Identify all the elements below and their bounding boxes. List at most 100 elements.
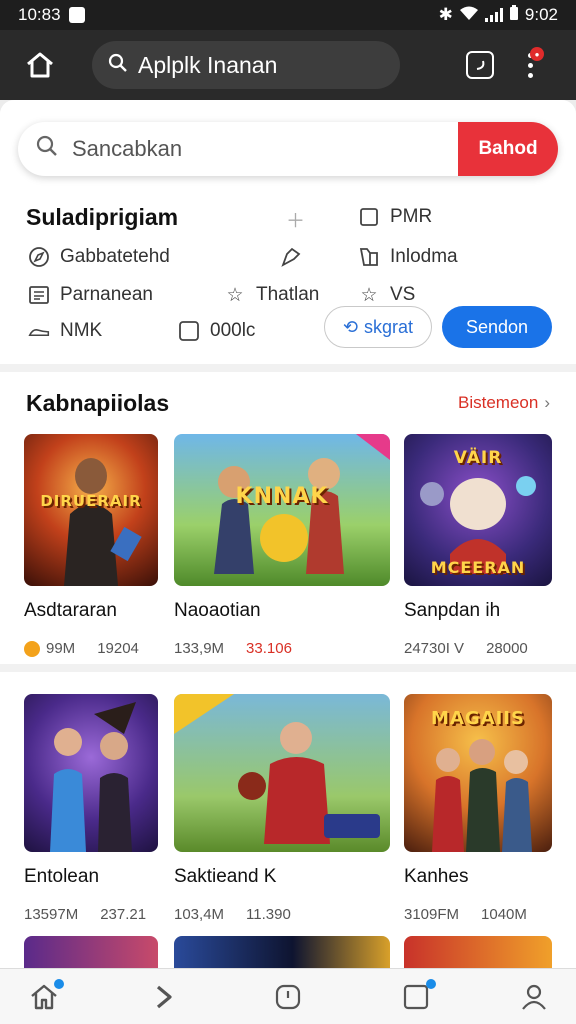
- game-name: Kanhes: [404, 866, 469, 887]
- search-placeholder: Sancabkan: [72, 136, 183, 161]
- section-header: Kabnapiiolas Bistemeon ›: [0, 372, 576, 434]
- option-nmk-label: NMK: [60, 320, 103, 341]
- page-content: Sancabkan Bahod Suladiprigiam ＋ PMR Gabb…: [0, 100, 576, 968]
- option-inlo-label: Inlodma: [390, 246, 458, 267]
- search-icon: [36, 135, 58, 163]
- skgrat-label: skgrat: [364, 316, 414, 337]
- link-icon: ⟲: [342, 316, 359, 337]
- option-gabb[interactable]: Gabbatetehd: [28, 246, 170, 268]
- game-name: Saktieand K: [174, 866, 277, 887]
- search-input[interactable]: Sancabkan: [18, 122, 458, 176]
- game-downloads: 13597M: [24, 906, 79, 923]
- game-thumbnail[interactable]: [174, 936, 390, 968]
- status-time: 9:02: [524, 5, 558, 24]
- game-downloads: 103,4M: [174, 906, 225, 923]
- game-thumbnail: KNNAK: [174, 434, 390, 586]
- status-left-text: 10:83: [18, 5, 61, 24]
- wifi-icon: [459, 5, 479, 26]
- option-parn[interactable]: Parnanean: [28, 284, 153, 306]
- more-menu-icon[interactable]: ●: [522, 45, 544, 85]
- home-icon[interactable]: [20, 45, 60, 85]
- thumbnail-title: KNNAK: [235, 484, 329, 509]
- search-panel: Sancabkan Bahod Suladiprigiam ＋ PMR Gabb…: [0, 100, 576, 364]
- game-reviews: 1040M: [481, 906, 527, 923]
- nav-clock-icon[interactable]: [272, 981, 304, 1013]
- notification-dot: [54, 979, 64, 989]
- shoe-icon: [28, 320, 50, 342]
- pen-icon[interactable]: [280, 246, 302, 268]
- game-name: Entolean: [24, 866, 100, 887]
- thumbnail-title: MCEERAN: [430, 558, 526, 577]
- address-text: Aplplk Inanan: [138, 51, 278, 78]
- game-thumbnail: VÄIR MCEERAN: [404, 434, 552, 586]
- address-bar[interactable]: Aplplk Inanan: [92, 41, 400, 89]
- compass-icon: [28, 246, 50, 268]
- quick-title: Suladiprigiam: [26, 204, 179, 230]
- game-thumbnail[interactable]: [24, 936, 158, 968]
- game-reviews: 11.390: [246, 906, 291, 923]
- search-button[interactable]: Bahod: [458, 122, 558, 176]
- option-gabb-label: Gabbatetehd: [60, 246, 170, 267]
- search-icon: [108, 52, 128, 79]
- option-vs[interactable]: ☆ VS: [358, 284, 415, 306]
- game-card[interactable]: Entolean 13597M 237.21: [24, 694, 160, 923]
- game-row-partial: [0, 936, 576, 968]
- document-icon: [28, 284, 50, 306]
- game-card[interactable]: VÄIR MCEERAN Sanpdan ih 24730I V 28000: [404, 434, 554, 657]
- tabs-icon[interactable]: [466, 51, 494, 79]
- featured-section: Kabnapiiolas Bistemeon › DIRUERAIR Asdta…: [0, 372, 576, 664]
- nav-profile-icon[interactable]: [518, 981, 550, 1013]
- game-row: DIRUERAIR Asdtararan 99M 19204 KNNAK Nao…: [0, 434, 576, 670]
- game-name: Sanpdan ih: [404, 600, 501, 621]
- option-pmr[interactable]: PMR: [358, 206, 432, 228]
- checkbox-icon: [178, 320, 200, 342]
- game-reviews: 19204: [97, 640, 139, 658]
- coin-icon: [24, 641, 40, 658]
- menu-badge: ●: [530, 47, 544, 61]
- option-parn-label: Parnanean: [60, 284, 153, 305]
- game-card[interactable]: Saktieand K 103,4M 11.390: [174, 694, 390, 923]
- option-pmr-label: PMR: [390, 206, 433, 227]
- option-oool[interactable]: 000lc: [178, 320, 255, 342]
- checkbox-icon: [358, 206, 380, 228]
- game-meta: 99M 19204: [24, 640, 160, 658]
- game-card[interactable]: KNNAK Naoaotian 133,9M 33.106: [174, 434, 390, 657]
- skgrat-button[interactable]: ⟲ skgrat: [324, 306, 432, 348]
- notification-dot: [426, 979, 436, 989]
- star-icon: ☆: [226, 284, 244, 306]
- notification-icon: [68, 7, 85, 23]
- game-reviews: 237.21: [100, 906, 147, 923]
- games-section: Entolean 13597M 237.21 Saktieand K 103,4…: [0, 672, 576, 968]
- search-bar: Sancabkan Bahod: [18, 122, 558, 176]
- option-nmk[interactable]: NMK: [28, 320, 102, 342]
- game-thumbnail: MAGAIIS: [404, 694, 552, 852]
- battery-icon: [509, 4, 519, 26]
- game-downloads: 133,9M: [174, 640, 225, 657]
- game-thumbnail[interactable]: [404, 936, 552, 968]
- game-downloads: 24730I V: [404, 640, 465, 657]
- game-reviews: 28000: [486, 640, 528, 657]
- game-card[interactable]: MAGAIIS Kanhes 3109FM 1040M: [404, 694, 554, 923]
- nav-home-icon[interactable]: [28, 979, 64, 1013]
- nav-forward-icon[interactable]: [148, 981, 180, 1013]
- thumbnail-title: MAGAIIS: [431, 708, 525, 729]
- section-title: Kabnapiiolas: [26, 389, 170, 416]
- game-meta: 13597M 237.21: [24, 906, 160, 923]
- option-inlo[interactable]: Inlodma: [358, 246, 458, 268]
- status-bar: 10:83 ✱ 9:02: [0, 0, 576, 30]
- game-card[interactable]: DIRUERAIR Asdtararan 99M 19204: [24, 434, 160, 658]
- send-button[interactable]: Sendon: [442, 306, 552, 348]
- add-icon[interactable]: ＋: [286, 206, 305, 233]
- option-thatlan[interactable]: ☆ Thatlan: [224, 284, 319, 306]
- see-all-link[interactable]: Bistemeon ›: [458, 393, 550, 413]
- game-meta: 24730I V 28000: [404, 640, 554, 657]
- game-price: 33.106: [246, 640, 292, 657]
- chevron-right-icon: ›: [544, 393, 550, 412]
- option-vs-label: VS: [390, 284, 416, 305]
- nav-tabs-icon[interactable]: [400, 979, 436, 1013]
- game-meta: 103,4M 11.390: [174, 906, 390, 923]
- game-row: Entolean 13597M 237.21 Saktieand K 103,4…: [0, 694, 576, 930]
- star-icon: ☆: [360, 284, 378, 306]
- game-thumbnail: DIRUERAIR: [24, 434, 158, 586]
- see-all-label: Bistemeon: [458, 393, 539, 412]
